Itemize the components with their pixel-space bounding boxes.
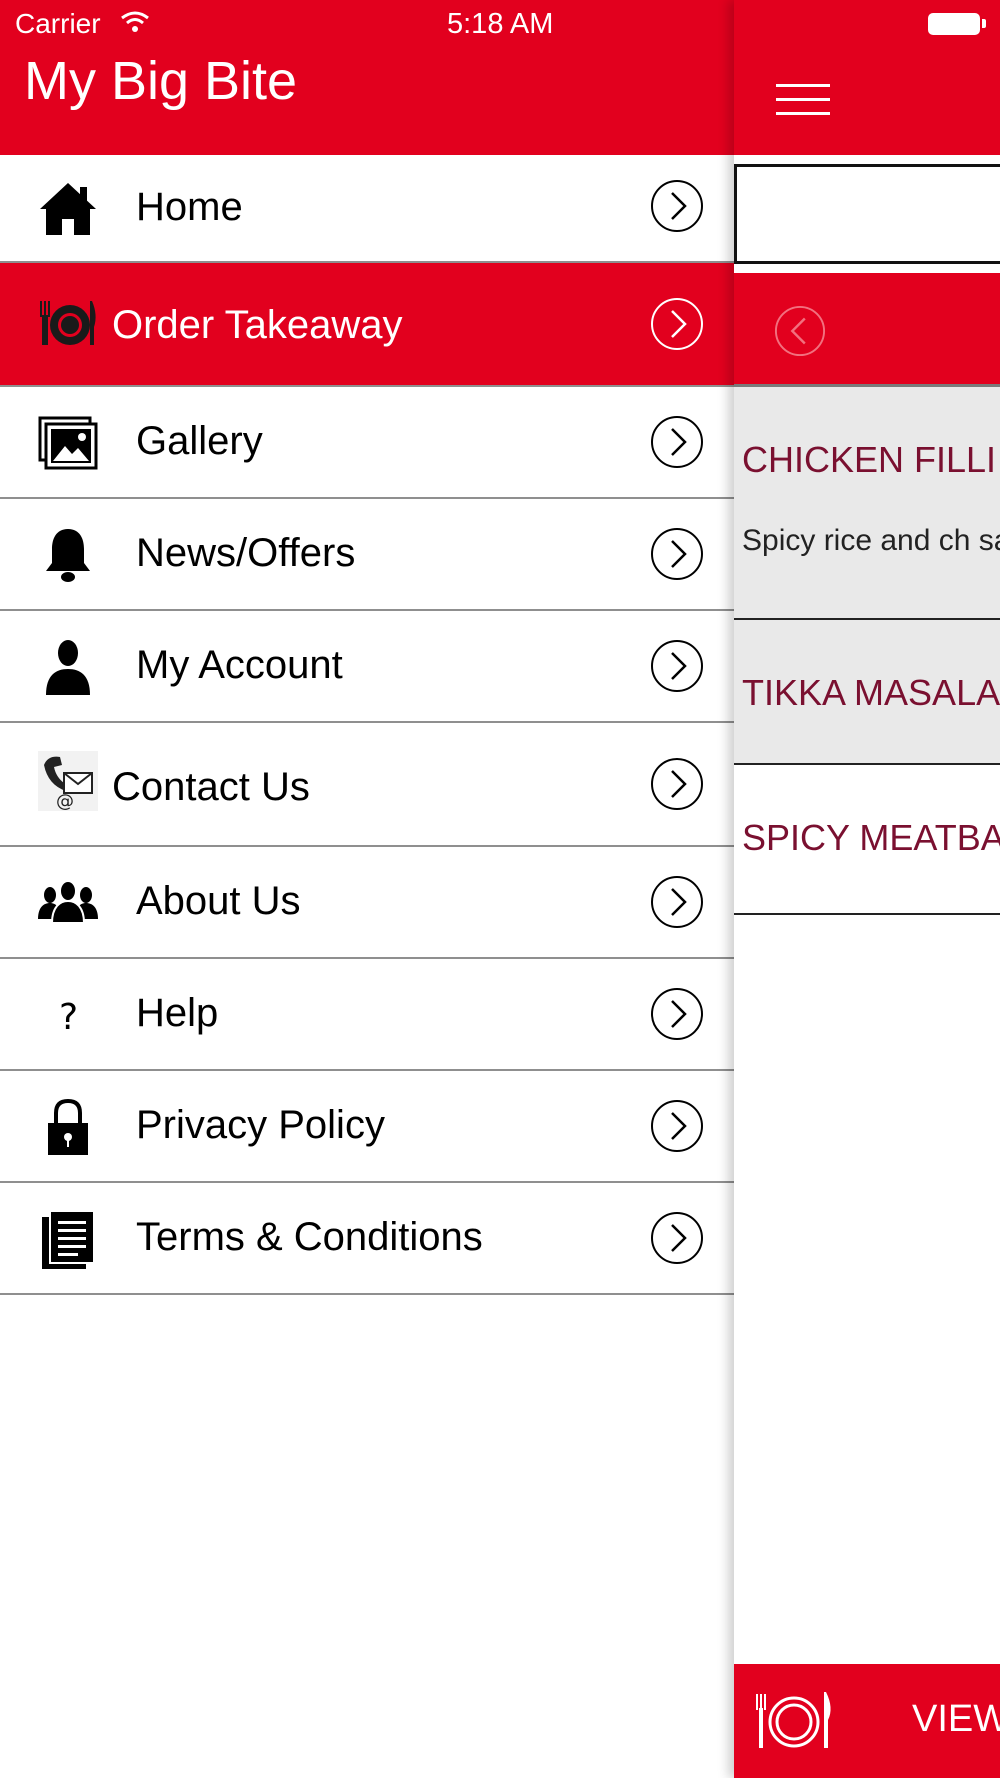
group-icon	[38, 880, 98, 924]
lock-icon	[48, 1098, 88, 1155]
chevron-right-icon	[651, 416, 703, 468]
category-nav-bar	[734, 273, 1000, 387]
navigation-drawer: Carrier 5:18 AM My Big Bite Home Order T…	[0, 0, 734, 1778]
menu-item-label: News/Offers	[136, 531, 356, 575]
svg-text:?: ?	[59, 997, 78, 1038]
wifi-icon	[121, 11, 149, 32]
main-content: CHICKEN FILLI Spicy rice and ch salad. T…	[734, 0, 1000, 1778]
search-input[interactable]	[734, 164, 1000, 264]
chevron-right-icon	[651, 758, 703, 810]
menu-item-label: Help	[136, 991, 219, 1035]
home-icon	[40, 183, 96, 235]
chevron-right-icon	[651, 876, 703, 928]
menu-list-item[interactable]: CHICKEN FILLI Spicy rice and ch salad.	[734, 387, 1000, 620]
item-title: SPICY MEATBA	[742, 817, 1000, 858]
battery-tip	[982, 19, 986, 28]
question-icon: ?	[59, 997, 78, 1038]
chevron-right-icon	[651, 1212, 703, 1264]
menu-item-label: Home	[136, 185, 243, 229]
chevron-right-icon	[651, 988, 703, 1040]
menu-item-contact-us[interactable]: @ Contact Us	[0, 723, 734, 847]
menu-item-news-offers[interactable]: News/Offers	[0, 499, 734, 611]
chevron-right-icon	[651, 180, 703, 232]
app-title: My Big Bite	[24, 51, 298, 111]
chevron-right-icon	[651, 1100, 703, 1152]
hamburger-menu-icon[interactable]	[776, 84, 830, 120]
menu-list-item[interactable]: TIKKA MASALA	[734, 620, 1000, 765]
chevron-right-icon	[651, 298, 703, 350]
plate-cutlery-icon	[756, 1692, 831, 1748]
menu-item-terms-conditions[interactable]: Terms & Conditions	[0, 1183, 734, 1295]
item-title: CHICKEN FILLI	[742, 439, 997, 480]
menu-list-item[interactable]: SPICY MEATBA	[734, 765, 1000, 915]
svg-text:@: @	[56, 791, 74, 811]
gallery-icon	[38, 416, 98, 470]
item-description: Spicy rice and ch salad.	[742, 524, 1000, 557]
item-title: TIKKA MASALA	[742, 672, 1000, 713]
chevron-left-icon[interactable]	[774, 305, 826, 357]
document-icon	[42, 1210, 95, 1269]
user-icon	[46, 640, 90, 695]
menu-item-label: About Us	[136, 879, 301, 923]
chevron-right-icon	[651, 528, 703, 580]
drawer-header: Carrier 5:18 AM My Big Bite	[0, 0, 734, 155]
menu-item-label: Order Takeaway	[112, 303, 403, 347]
menu-item-my-account[interactable]: My Account	[0, 611, 734, 723]
menu-item-gallery[interactable]: Gallery	[0, 387, 734, 499]
view-order-bar[interactable]: VIEW	[734, 1664, 1000, 1778]
menu-item-label: Terms & Conditions	[136, 1215, 483, 1259]
menu-item-help[interactable]: ? Help	[0, 959, 734, 1071]
bell-icon	[46, 529, 90, 582]
plate-cutlery-icon	[40, 301, 96, 345]
battery-icon	[928, 13, 980, 35]
menu-item-about-us[interactable]: About Us	[0, 847, 734, 959]
chevron-right-icon	[651, 640, 703, 692]
menu-item-privacy-policy[interactable]: Privacy Policy	[0, 1071, 734, 1183]
status-time: 5:18 AM	[447, 8, 554, 40]
menu-item-order-takeaway[interactable]: Order Takeaway	[0, 263, 734, 387]
phone-mail-icon: @	[38, 751, 98, 811]
menu-item-label: My Account	[136, 643, 343, 687]
menu-item-label: Contact Us	[112, 765, 310, 809]
menu-item-label: Gallery	[136, 419, 263, 463]
menu-item-label: Privacy Policy	[136, 1103, 385, 1147]
main-header	[734, 0, 1000, 155]
menu-item-home[interactable]: Home	[0, 155, 734, 263]
carrier-label: Carrier	[15, 8, 101, 39]
view-order-label: VIEW	[912, 1698, 1000, 1740]
